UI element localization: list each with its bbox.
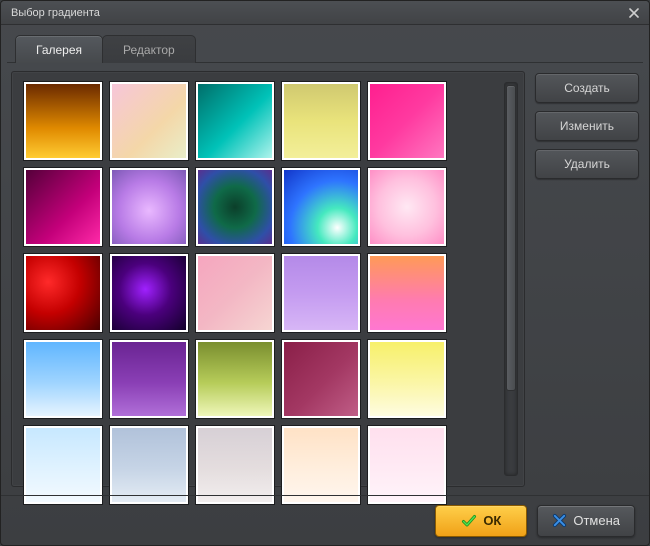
gradient-swatch[interactable] [110,254,188,332]
titlebar: Выбор градиента [1,1,649,25]
tab-gallery[interactable]: Галерея [15,35,103,63]
edit-button[interactable]: Изменить [535,111,639,141]
gradient-swatch[interactable] [24,168,102,246]
gradient-picker-window: Выбор градиента Галерея Редактор Созд [0,0,650,546]
window-title: Выбор градиента [11,7,625,19]
gradient-swatch[interactable] [24,82,102,160]
cancel-button[interactable]: Отмена [537,505,635,537]
tab-label: Галерея [36,43,82,57]
gradient-swatch[interactable] [368,340,446,418]
ok-button[interactable]: ОК [435,505,527,537]
check-icon [461,513,477,529]
footer: ОК Отмена [1,495,649,545]
gradient-swatch[interactable] [368,254,446,332]
gradient-swatch[interactable] [282,82,360,160]
gradient-swatch[interactable] [196,82,274,160]
gradient-swatch[interactable] [368,168,446,246]
gradient-swatch[interactable] [24,340,102,418]
gradient-swatch[interactable] [196,340,274,418]
gradient-swatch[interactable] [110,168,188,246]
gradient-swatch[interactable] [282,426,360,504]
swatch-grid [24,82,496,476]
gradient-swatch[interactable] [24,426,102,504]
gradient-swatch[interactable] [282,340,360,418]
scrollbar[interactable] [504,82,518,476]
tab-editor[interactable]: Редактор [102,35,196,63]
create-button[interactable]: Создать [535,73,639,103]
gradient-swatch[interactable] [282,254,360,332]
gradient-swatch[interactable] [368,426,446,504]
button-label: Удалить [564,157,610,171]
button-label: Создать [564,81,610,95]
swatch-viewport [24,82,518,476]
x-icon [552,513,567,528]
close-button[interactable] [625,4,643,22]
gradient-swatch[interactable] [24,254,102,332]
gradient-swatch[interactable] [110,340,188,418]
gradient-swatch[interactable] [368,82,446,160]
body-area: Создать Изменить Удалить [1,63,649,495]
gradient-swatch[interactable] [110,426,188,504]
button-label: ОК [483,513,501,528]
button-label: Изменить [560,119,614,133]
gradient-swatch[interactable] [110,82,188,160]
button-label: Отмена [573,513,620,528]
gradient-swatch[interactable] [196,426,274,504]
close-icon [629,8,639,18]
gradient-swatch[interactable] [282,168,360,246]
gradient-swatch[interactable] [196,168,274,246]
delete-button[interactable]: Удалить [535,149,639,179]
gallery-panel [11,71,525,487]
gradient-swatch[interactable] [196,254,274,332]
side-buttons: Создать Изменить Удалить [535,71,639,487]
scroll-thumb[interactable] [506,85,516,391]
tab-bar: Галерея Редактор [1,25,649,63]
tab-label: Редактор [123,43,175,57]
